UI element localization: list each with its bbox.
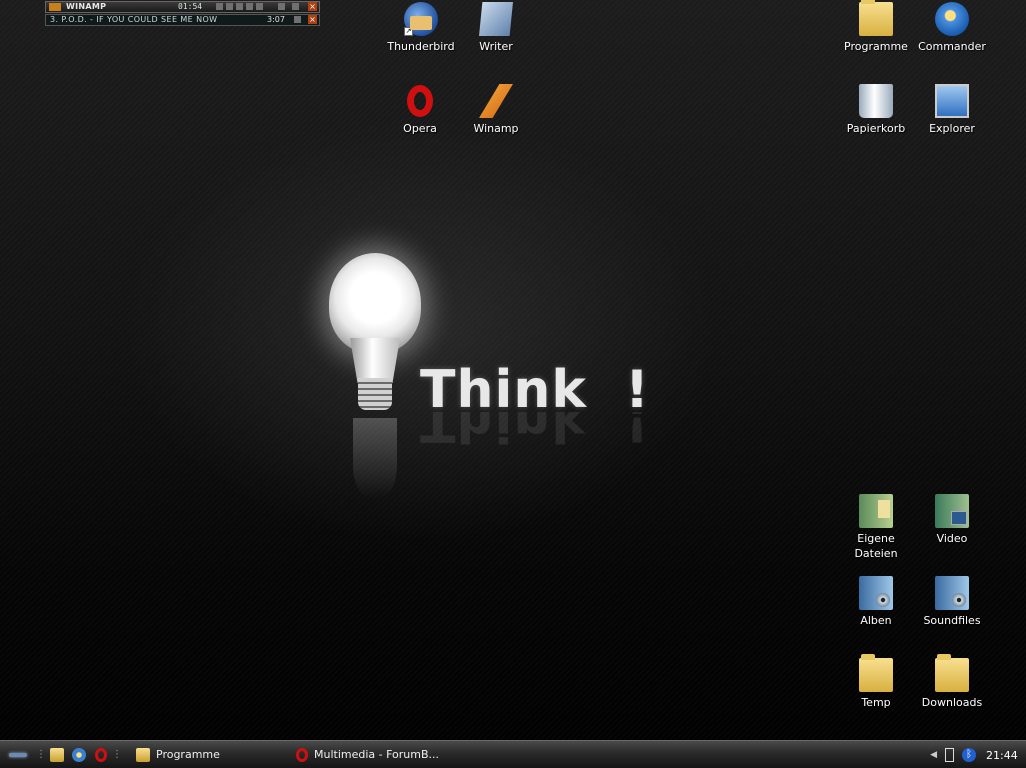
system-tray: ◀ ᛒ 21:44 [930, 741, 1026, 768]
lightbulb-neck [350, 338, 400, 383]
taskbar-button-programme[interactable]: Programme [128, 743, 288, 767]
music-folder-icon [935, 576, 969, 610]
desktop-icon-label: Thunderbird [387, 40, 455, 53]
desktop-icon-label: Video [936, 532, 968, 545]
desktop-icon-label: Programme [844, 40, 908, 53]
recycle-bin-icon [859, 84, 893, 118]
lightbulb-base [358, 378, 392, 410]
quicklaunch-folder[interactable] [46, 744, 68, 766]
taskbar-button-opera-forum[interactable]: Multimedia - ForumB... [288, 743, 508, 767]
folder-icon [859, 0, 893, 36]
folder-icon [50, 747, 64, 762]
opera-icon [296, 747, 308, 762]
winamp-logo-icon [49, 3, 61, 11]
wallpaper-think-reflection: Think ! [420, 412, 650, 452]
winamp-playlist-close-button[interactable]: × [308, 15, 317, 24]
explorer-icon [935, 84, 969, 118]
video-folder-icon [935, 494, 969, 528]
winamp-elapsed-time: 01:54 [178, 2, 203, 11]
commander-icon [935, 2, 969, 36]
thunderbird-icon: ↗ [404, 2, 438, 36]
winamp-track-duration: 3:07 [267, 15, 285, 24]
winamp-next-button[interactable] [256, 3, 263, 10]
winamp-prev-button[interactable] [216, 3, 223, 10]
bluetooth-icon[interactable]: ᛒ [962, 748, 976, 762]
lightbulb-reflection [353, 418, 397, 498]
start-button[interactable] [0, 741, 36, 768]
writer-icon [479, 2, 513, 36]
desktop-icon-video[interactable]: Video [914, 494, 990, 546]
desktop-icon-eigene-dateien[interactable]: Eigene Dateien [838, 494, 914, 561]
desktop-icon-temp[interactable]: Temp [838, 654, 914, 710]
winamp-play-button[interactable] [226, 3, 233, 10]
desktop-icon-writer[interactable]: Writer [458, 2, 534, 54]
start-icon [9, 752, 27, 757]
desktop-icon-soundfiles[interactable]: Soundfiles [914, 576, 990, 628]
music-folder-icon [859, 576, 893, 610]
opera-icon [403, 84, 437, 118]
desktop-icon-label: Eigene Dateien [854, 532, 898, 560]
shortcut-arrow-icon: ↗ [404, 27, 413, 36]
desktop-icon-alben[interactable]: Alben [838, 576, 914, 628]
winamp-playlist-shade-button[interactable] [294, 16, 301, 23]
winamp-player[interactable]: WINAMP 01:54 × 3. P.O.D. - IF YOU COULD … [45, 1, 320, 27]
desktop-icon-label: Downloads [921, 696, 983, 709]
winamp-track-title: 3. P.O.D. - IF YOU COULD SEE ME NOW [50, 15, 218, 24]
winamp-close-button[interactable]: × [308, 2, 317, 11]
opera-icon [95, 747, 107, 762]
desktop-icon-explorer[interactable]: Explorer [914, 84, 990, 136]
desktop-icon-label: Winamp [473, 122, 519, 135]
quicklaunch-commander[interactable] [68, 744, 90, 766]
folder-icon [136, 747, 150, 762]
desktop-icon-label: Opera [403, 122, 437, 135]
quicklaunch-opera[interactable] [90, 744, 112, 766]
wallpaper-lightbulb [325, 253, 425, 498]
folder-icon [859, 654, 893, 692]
desktop-icon-opera[interactable]: Opera [382, 84, 458, 136]
desktop-icon-label: Alben [860, 614, 892, 627]
desktop-icon-programme[interactable]: Programme [838, 0, 914, 54]
winamp-title: WINAMP [66, 2, 107, 11]
toolbar-grip[interactable]: ⋮ [112, 749, 122, 760]
taskbar: ⋮ ⋮ Programme Multimedia - ForumB... ◀ ᛒ… [0, 740, 1026, 768]
tray-expand-icon[interactable]: ◀ [930, 750, 937, 760]
desktop-icon-label: Explorer [929, 122, 975, 135]
winamp-shade-button[interactable] [292, 3, 299, 10]
desktop-icon-thunderbird[interactable]: ↗ Thunderbird [383, 2, 459, 54]
winamp-pause-button[interactable] [236, 3, 243, 10]
desktop-icon-papierkorb[interactable]: Papierkorb [838, 84, 914, 136]
toolbar-grip[interactable]: ⋮ [36, 749, 46, 760]
taskbar-button-label: Programme [156, 748, 220, 761]
winamp-stop-button[interactable] [246, 3, 253, 10]
desktop-icon-label: Commander [918, 40, 986, 53]
commander-icon [72, 747, 86, 762]
taskbar-button-label: Multimedia - ForumB... [314, 748, 440, 761]
winamp-icon [479, 84, 513, 118]
desktop-icon-label: Writer [479, 40, 513, 53]
winamp-playlist-bar[interactable]: 3. P.O.D. - IF YOU COULD SEE ME NOW 3:07… [45, 14, 320, 26]
desktop-icon-winamp[interactable]: Winamp [458, 84, 534, 136]
winamp-minimize-button[interactable] [278, 3, 285, 10]
folder-icon [935, 654, 969, 692]
phone-icon[interactable] [945, 748, 954, 762]
desktop-icon-label: Soundfiles [923, 614, 981, 627]
desktop-icon-label: Temp [861, 696, 891, 709]
desktop-icon-downloads[interactable]: Downloads [914, 654, 990, 710]
tray-clock[interactable]: 21:44 [986, 749, 1026, 762]
documents-folder-icon [859, 494, 893, 528]
desktop-icon-label: Papierkorb [846, 122, 906, 135]
wallpaper-think-text: Think ! [420, 360, 650, 420]
winamp-titlebar[interactable]: WINAMP 01:54 × [45, 1, 320, 13]
desktop-icon-commander[interactable]: Commander [914, 2, 990, 54]
